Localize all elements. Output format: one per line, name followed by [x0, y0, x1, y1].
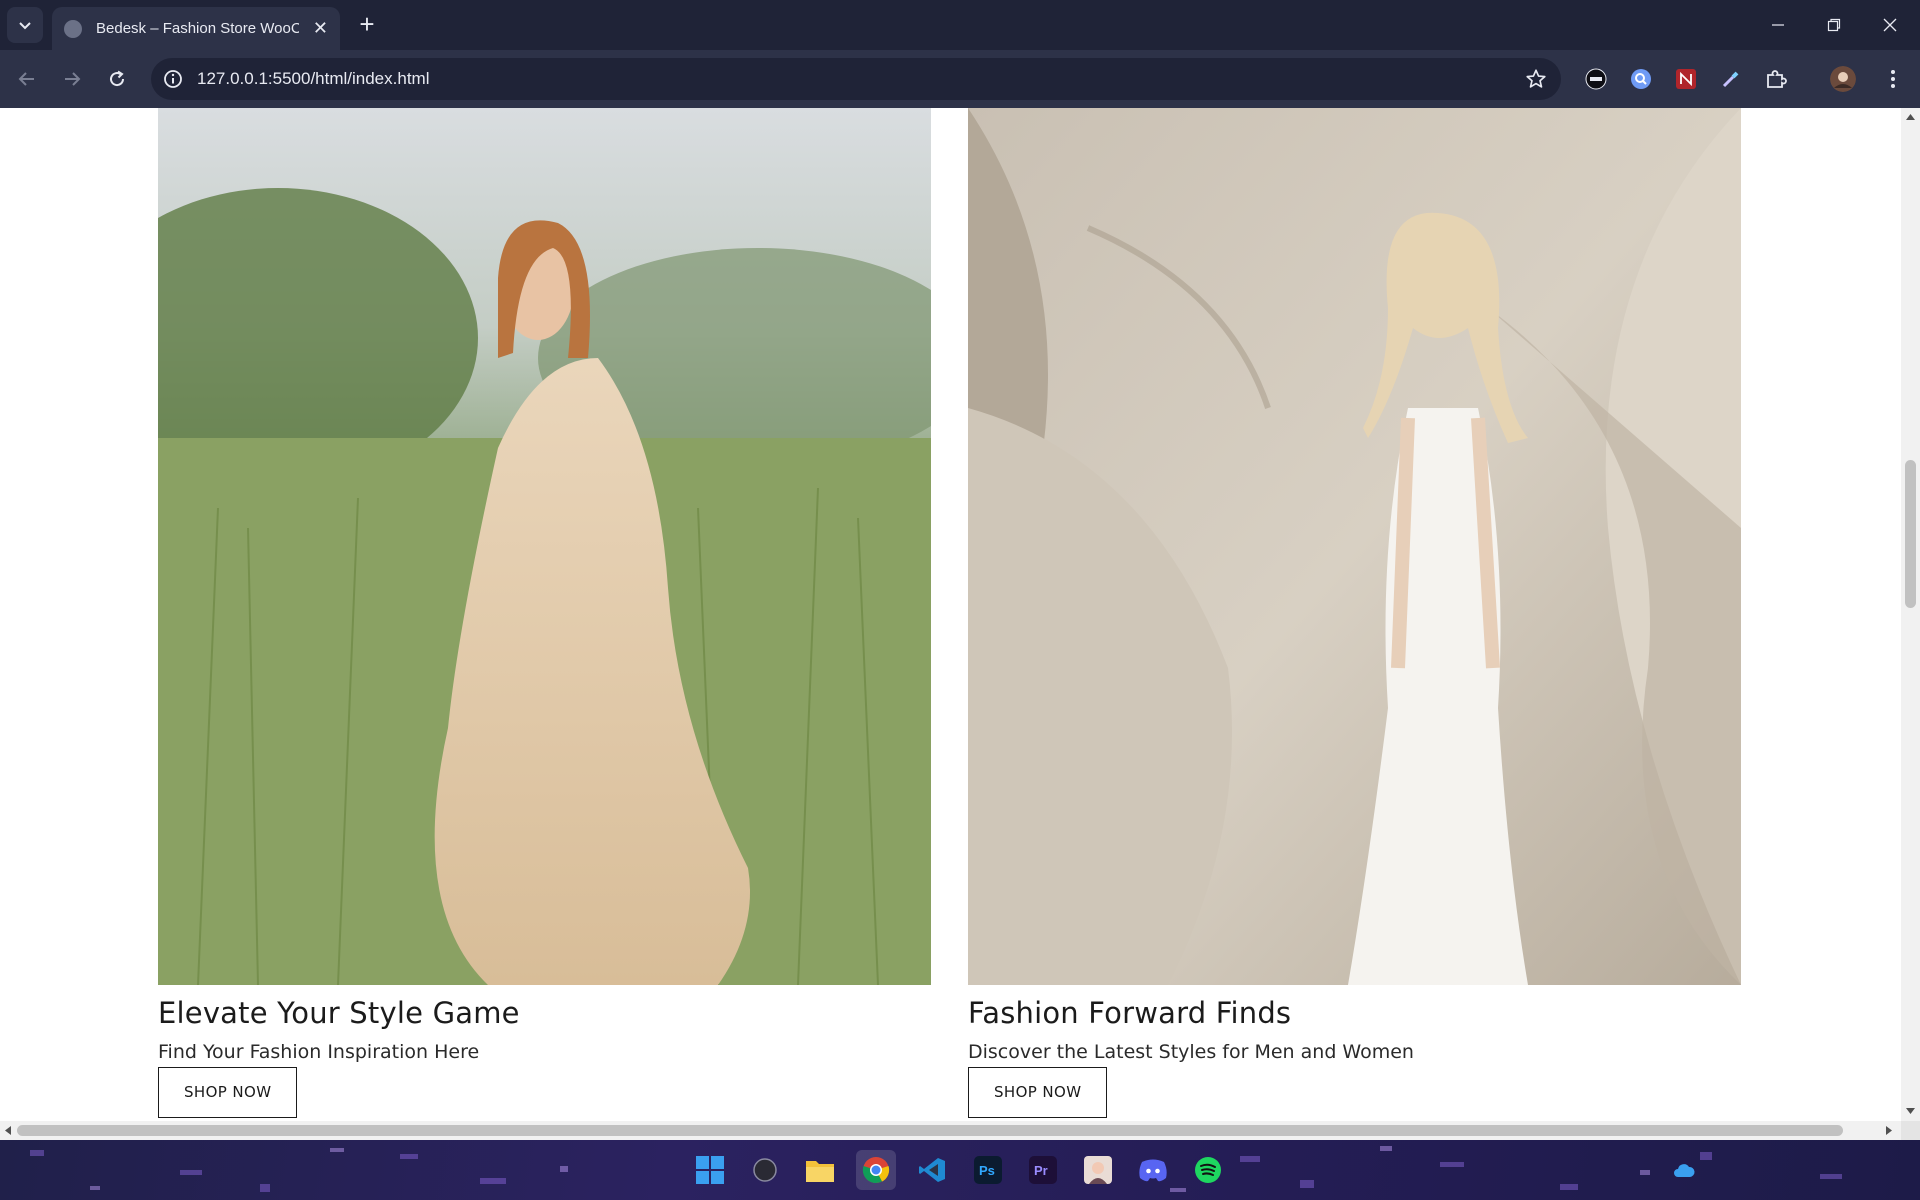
close-window-button[interactable]	[1862, 0, 1918, 50]
promo-card-1: Elevate Your Style Game Find Your Fashio…	[158, 108, 931, 1118]
extension-icon-search[interactable]	[1628, 66, 1654, 92]
scrollbar-corner	[1901, 1121, 1920, 1140]
app-icon[interactable]	[1078, 1150, 1118, 1190]
vscode-icon[interactable]	[912, 1150, 952, 1190]
minimize-button[interactable]	[1750, 0, 1806, 50]
profile-avatar[interactable]	[1830, 66, 1856, 92]
anime-app-icon	[1084, 1156, 1112, 1184]
chrome-logo-icon	[862, 1157, 890, 1184]
card-subtitle: Discover the Latest Styles for Men and W…	[968, 1041, 1414, 1063]
scroll-left-arrow-icon[interactable]	[5, 1126, 11, 1135]
horizontal-scroll-thumb[interactable]	[17, 1125, 1843, 1136]
minimize-icon	[1772, 24, 1784, 26]
site-info-icon[interactable]	[163, 69, 183, 89]
spotify-logo-icon	[1195, 1157, 1221, 1183]
promo-card-2: Fashion Forward Finds Discover the Lates…	[968, 108, 1741, 1118]
chrome-icon[interactable]	[856, 1150, 896, 1190]
bookmark-star-icon[interactable]	[1525, 68, 1547, 90]
browser-menu-button[interactable]	[1880, 66, 1906, 92]
windows-logo-icon	[696, 1156, 724, 1184]
promo-image-2[interactable]	[968, 108, 1741, 985]
kebab-menu-icon	[1891, 70, 1895, 88]
color-picker-extension[interactable]	[1718, 66, 1744, 92]
forward-button[interactable]	[56, 63, 88, 95]
avatar-icon	[1830, 66, 1856, 92]
photoshop-icon[interactable]: Ps	[968, 1150, 1008, 1190]
reload-icon	[110, 70, 125, 87]
shop-now-button[interactable]: SHOP NOW	[968, 1067, 1108, 1118]
address-bar[interactable]: 127.0.0.1:5500/html/index.html	[151, 58, 1561, 100]
scroll-down-arrow-icon[interactable]	[1906, 1108, 1915, 1114]
taskbar-wallpaper-pattern	[30, 1146, 1842, 1192]
reload-button[interactable]	[101, 63, 133, 95]
shop-now-button[interactable]: SHOP NOW	[158, 1067, 298, 1118]
windows-start-icon[interactable]	[690, 1150, 730, 1190]
extension-badge-icon	[1676, 69, 1696, 89]
windows-taskbar: Ps Pr	[0, 1140, 1920, 1200]
extension-icon-dark[interactable]	[1583, 66, 1609, 92]
folder-icon	[806, 1161, 834, 1182]
arrow-left-icon	[18, 72, 34, 86]
close-tab-icon[interactable]: ✕	[313, 18, 328, 39]
woman-in-grass-image	[158, 108, 931, 985]
globe-icon	[64, 19, 82, 38]
chevron-down-icon	[19, 22, 31, 30]
scroll-right-arrow-icon[interactable]	[1886, 1126, 1892, 1135]
premiere-logo-icon: Pr	[1029, 1156, 1057, 1184]
card-subtitle: Find Your Fashion Inspiration Here	[158, 1041, 480, 1063]
extension-icon-red[interactable]	[1673, 66, 1699, 92]
restore-icon	[1827, 18, 1841, 32]
extensions-menu-button[interactable]	[1763, 66, 1789, 92]
photoshop-logo-icon: Ps	[974, 1156, 1002, 1184]
restore-button[interactable]	[1806, 0, 1862, 50]
url-text[interactable]: 127.0.0.1:5500/html/index.html	[197, 69, 429, 89]
page-viewport: Elevate Your Style Game Find Your Fashio…	[0, 108, 1901, 1121]
vertical-scroll-thumb[interactable]	[1905, 460, 1916, 608]
eyedropper-icon	[1722, 71, 1739, 88]
browser-tab[interactable]: Bedesk – Fashion Store WooCommerce ✕	[52, 7, 340, 50]
lens-icon	[1631, 69, 1651, 89]
card-title: Elevate Your Style Game	[158, 996, 520, 1030]
premiere-icon[interactable]: Pr	[1023, 1150, 1063, 1190]
tray-app-icon[interactable]	[1670, 1150, 1698, 1190]
scroll-up-arrow-icon[interactable]	[1906, 114, 1915, 120]
new-tab-button[interactable]: +	[352, 10, 382, 40]
vertical-scrollbar[interactable]	[1901, 108, 1920, 1121]
search-icon[interactable]	[745, 1150, 785, 1190]
close-icon	[1883, 18, 1897, 32]
woman-in-rocks-image	[968, 108, 1741, 985]
vscode-logo-icon	[919, 1158, 945, 1182]
search-circle-icon	[753, 1158, 777, 1182]
cloud-icon	[1674, 1164, 1695, 1177]
card-title: Fashion Forward Finds	[968, 996, 1292, 1030]
browser-titlebar: Bedesk – Fashion Store WooCommerce ✕ +	[0, 0, 1920, 50]
extension-circle-icon	[1585, 68, 1607, 90]
back-button[interactable]	[11, 63, 43, 95]
svg-text:Pr: Pr	[1034, 1163, 1048, 1178]
svg-text:Ps: Ps	[979, 1163, 995, 1178]
tab-search-button[interactable]	[7, 7, 43, 43]
arrow-right-icon	[65, 72, 81, 86]
discord-icon[interactable]	[1133, 1150, 1173, 1190]
tab-title: Bedesk – Fashion Store WooCommerce	[96, 20, 299, 37]
spotify-icon[interactable]	[1188, 1150, 1228, 1190]
horizontal-scrollbar[interactable]	[0, 1121, 1901, 1140]
file-explorer-icon[interactable]	[800, 1150, 840, 1190]
discord-logo-icon	[1139, 1159, 1167, 1182]
promo-image-1[interactable]	[158, 108, 931, 985]
puzzle-icon	[1767, 70, 1787, 88]
